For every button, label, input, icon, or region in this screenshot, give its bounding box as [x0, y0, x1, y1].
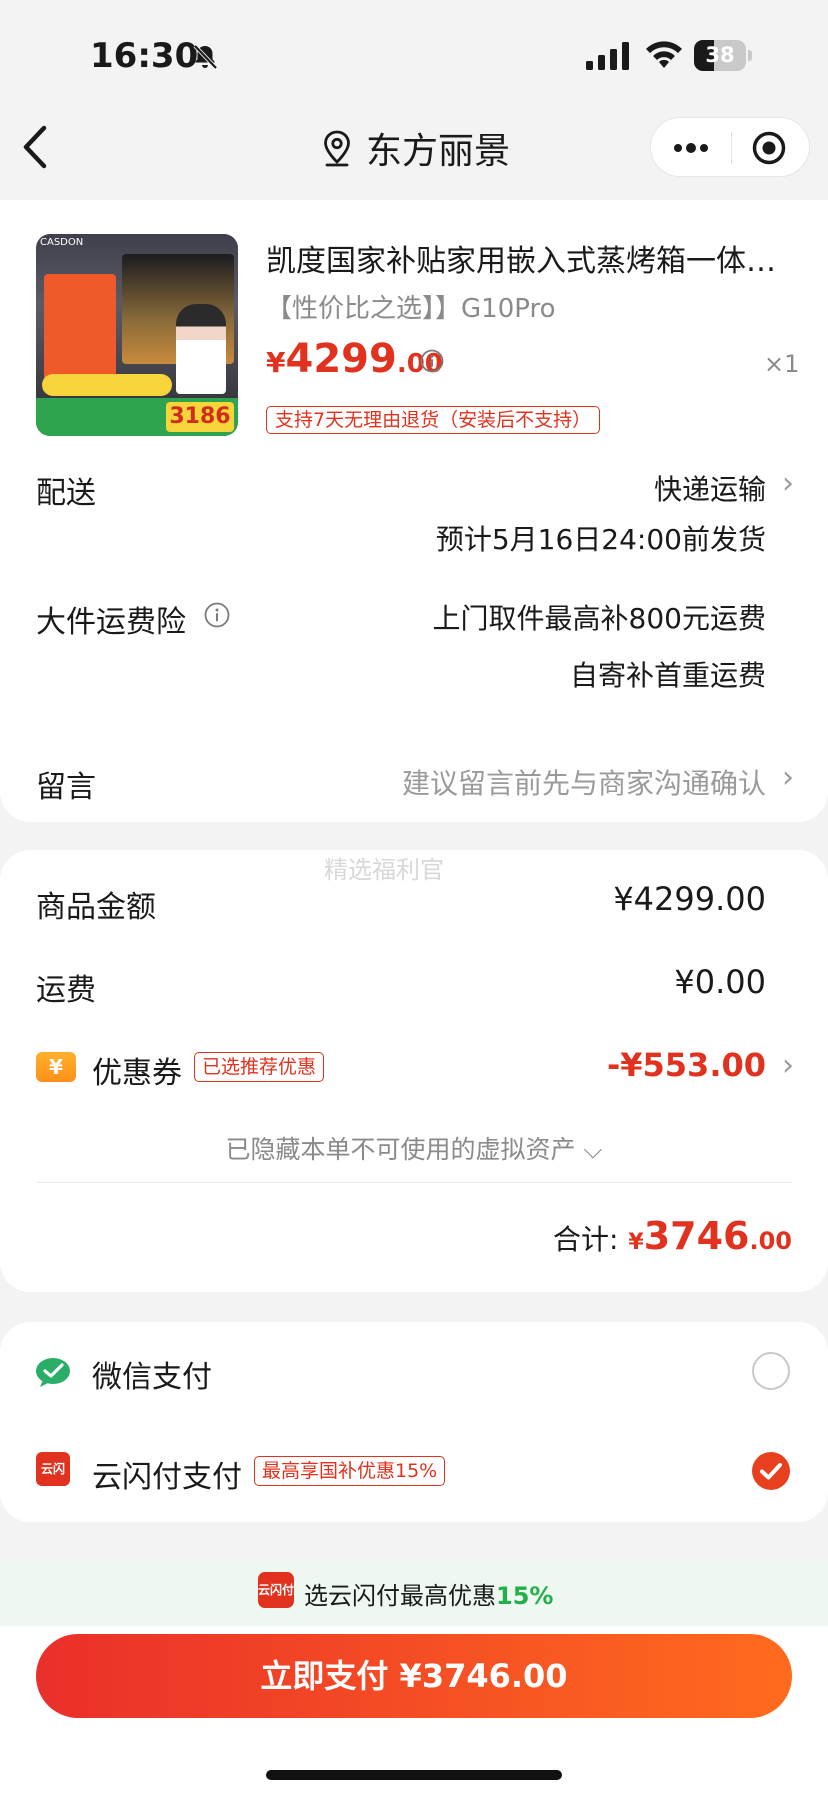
yunshanfu-icon: 云闪付: [36, 1452, 70, 1510]
signal-icon: [586, 42, 629, 70]
chevron-right-icon[interactable]: ›: [782, 466, 794, 501]
order-total: 合计: ¥3746.00: [552, 1214, 792, 1258]
yunshanfu-promo-tag: 最高享国补优惠15%: [254, 1456, 446, 1486]
product-image-price: 3186: [166, 402, 234, 432]
yunshanfu-pay-label[interactable]: 云闪付支付: [92, 1452, 242, 1496]
pay-now-button[interactable]: 立即支付 ¥3746.00: [36, 1634, 792, 1718]
insurance-line1: 上门取件最高补800元运费: [432, 602, 766, 635]
goods-amount-value: ¥4299.00: [613, 880, 766, 918]
wifi-icon: [646, 41, 682, 68]
home-indicator: [266, 1770, 562, 1780]
shipping-fee-label: 运费: [36, 973, 96, 1008]
goods-amount-label: 商品金额: [36, 890, 156, 925]
status-time: 16:30: [90, 36, 199, 76]
chevron-right-icon[interactable]: ›: [782, 760, 794, 795]
info-icon[interactable]: [420, 349, 444, 373]
product-image-brand: CASDON: [40, 237, 84, 248]
watermark: 精选福利官: [324, 856, 444, 884]
product-quantity: ×1: [764, 350, 800, 378]
coupon-tag: 已选推荐优惠: [194, 1052, 325, 1082]
wechat-pay-label[interactable]: 微信支付: [92, 1352, 212, 1396]
message-label: 留言: [36, 770, 96, 805]
promo-text: 选云闪付最高优惠15%: [304, 1582, 554, 1610]
return-policy-tag: 支持7天无理由退货（安装后不支持）: [266, 406, 601, 434]
shipping-fee-value: ¥0.00: [674, 963, 766, 1001]
target-icon[interactable]: [751, 130, 787, 166]
delivery-label: 配送: [36, 476, 96, 511]
message-input[interactable]: 建议留言前先与商家沟通确认: [402, 762, 766, 802]
coupon-label: 优惠券: [92, 1056, 182, 1091]
delivery-estimate: 预计5月16日24:00前发货: [435, 523, 766, 556]
delivery-method[interactable]: 快递运输: [654, 468, 766, 508]
total-label: 合计:: [552, 1223, 619, 1256]
insurance-label: 大件运费险: [36, 605, 186, 640]
wechat-pay-icon: [36, 1358, 70, 1387]
product-spec: 【性价比之选】】G10Pro: [266, 294, 556, 324]
info-icon[interactable]: [204, 602, 230, 628]
product-price: ¥4299.00: [266, 336, 443, 382]
wechat-pay-radio[interactable]: [752, 1352, 790, 1390]
insurance-line2: 自寄补首重运费: [569, 659, 766, 692]
chevron-right-icon[interactable]: ›: [782, 1048, 794, 1083]
battery-icon: 38: [694, 40, 752, 71]
bell-off-icon: [193, 44, 218, 70]
more-icon[interactable]: [671, 136, 711, 160]
mini-program-capsule: [650, 117, 810, 177]
product-image[interactable]: CASDON 3186: [36, 234, 238, 436]
yunshanfu-pay-radio[interactable]: [752, 1452, 790, 1490]
battery-level: 38: [705, 43, 735, 67]
nav-title[interactable]: 东方丽景: [322, 120, 510, 176]
coupon-value[interactable]: -¥553.00: [607, 1046, 766, 1084]
location-icon: [324, 130, 350, 167]
nav-title-text: 东方丽景: [366, 131, 511, 172]
check-icon: [760, 1463, 782, 1480]
coupon-icon: ¥: [36, 1052, 76, 1082]
back-icon[interactable]: [16, 122, 56, 172]
divider: [36, 1182, 792, 1183]
product-title[interactable]: 凯度国家补贴家用嵌入式蒸烤箱一体…: [266, 236, 796, 280]
hidden-assets-toggle[interactable]: 已隐藏本单不可使用的虚拟资产 ⌵: [0, 1130, 828, 1166]
yunshanfu-icon: 云闪付: [258, 1572, 294, 1608]
